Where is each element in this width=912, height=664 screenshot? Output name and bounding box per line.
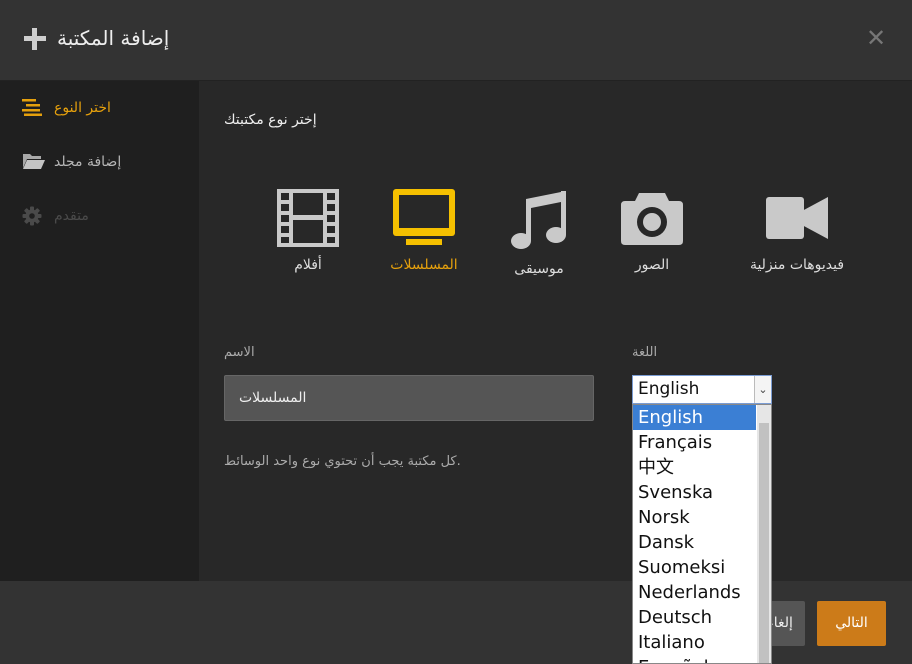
- type-label: الصور: [634, 257, 670, 273]
- language-label: اللغة: [632, 345, 658, 360]
- next-button[interactable]: التالي: [817, 601, 886, 646]
- section-title: إختر نوع مكتبتك: [224, 112, 317, 128]
- video-camera-icon: [727, 189, 867, 247]
- type-music-button[interactable]: موسيقى: [484, 189, 594, 299]
- sidebar-item-label: متقدم: [54, 208, 89, 224]
- folder-open-icon: [22, 152, 46, 172]
- tv-icon: [369, 189, 479, 247]
- list-icon: [22, 98, 46, 118]
- type-label: فيديوهات منزلية: [749, 257, 845, 273]
- plus-icon: [24, 28, 46, 50]
- name-input[interactable]: [224, 375, 594, 421]
- sidebar-item-label: إضافة مجلد: [54, 154, 122, 170]
- sidebar-item-add-folder[interactable]: إضافة مجلد: [22, 149, 121, 175]
- sidebar-item-label: اختر النوع: [54, 100, 111, 116]
- sidebar: اختر النوع إضافة مجلد متقدم: [0, 81, 199, 581]
- type-label: المسلسلات: [390, 257, 458, 273]
- language-option[interactable]: Dansk: [633, 530, 756, 555]
- type-movies-button[interactable]: أفلام: [253, 189, 363, 299]
- language-option[interactable]: 中文: [633, 455, 756, 480]
- sidebar-item-advanced: متقدم: [22, 203, 89, 229]
- language-option[interactable]: Italiano: [633, 630, 756, 655]
- music-icon: [484, 189, 594, 251]
- dialog-title: إضافة المكتبة: [57, 26, 170, 50]
- language-option[interactable]: Français: [633, 430, 756, 455]
- chevron-down-icon: ⌄: [754, 376, 771, 403]
- type-label: موسيقى: [514, 261, 564, 277]
- dialog-header: إضافة المكتبة ✕: [0, 0, 912, 81]
- film-icon: [253, 189, 363, 247]
- camera-icon: [597, 189, 707, 247]
- name-label: الاسم: [224, 345, 255, 360]
- language-option[interactable]: Deutsch: [633, 605, 756, 630]
- type-photos-button[interactable]: الصور: [597, 189, 707, 299]
- language-dropdown-list: English Français 中文 Svenska Norsk Dansk …: [632, 404, 772, 664]
- type-tv-shows-button[interactable]: المسلسلات: [369, 189, 479, 299]
- language-option[interactable]: Suomeksi: [633, 555, 756, 580]
- language-option[interactable]: English: [633, 405, 756, 430]
- scrollbar-thumb[interactable]: [759, 423, 769, 663]
- language-option[interactable]: Svenska: [633, 480, 756, 505]
- language-option[interactable]: Norsk: [633, 505, 756, 530]
- language-select[interactable]: English ⌄: [632, 375, 772, 404]
- language-option[interactable]: Nederlands: [633, 580, 756, 605]
- sidebar-item-choose-type[interactable]: اختر النوع: [22, 95, 111, 121]
- dropdown-scrollbar[interactable]: [757, 405, 771, 663]
- type-home-videos-button[interactable]: فيديوهات منزلية: [727, 189, 867, 299]
- language-select-value: English: [638, 379, 700, 399]
- dialog-footer: إلغاء التالي: [0, 581, 912, 664]
- main-panel: إختر نوع مكتبتك أفلام المسلسلات موسيقى ا…: [199, 81, 912, 581]
- close-icon[interactable]: ✕: [866, 26, 886, 50]
- language-option[interactable]: Español: [633, 655, 756, 663]
- gear-icon: [22, 206, 46, 226]
- type-label: أفلام: [294, 257, 322, 273]
- hint-text: كل مكتبة يجب أن تحتوي نوع واحد الوسائط.: [224, 454, 461, 469]
